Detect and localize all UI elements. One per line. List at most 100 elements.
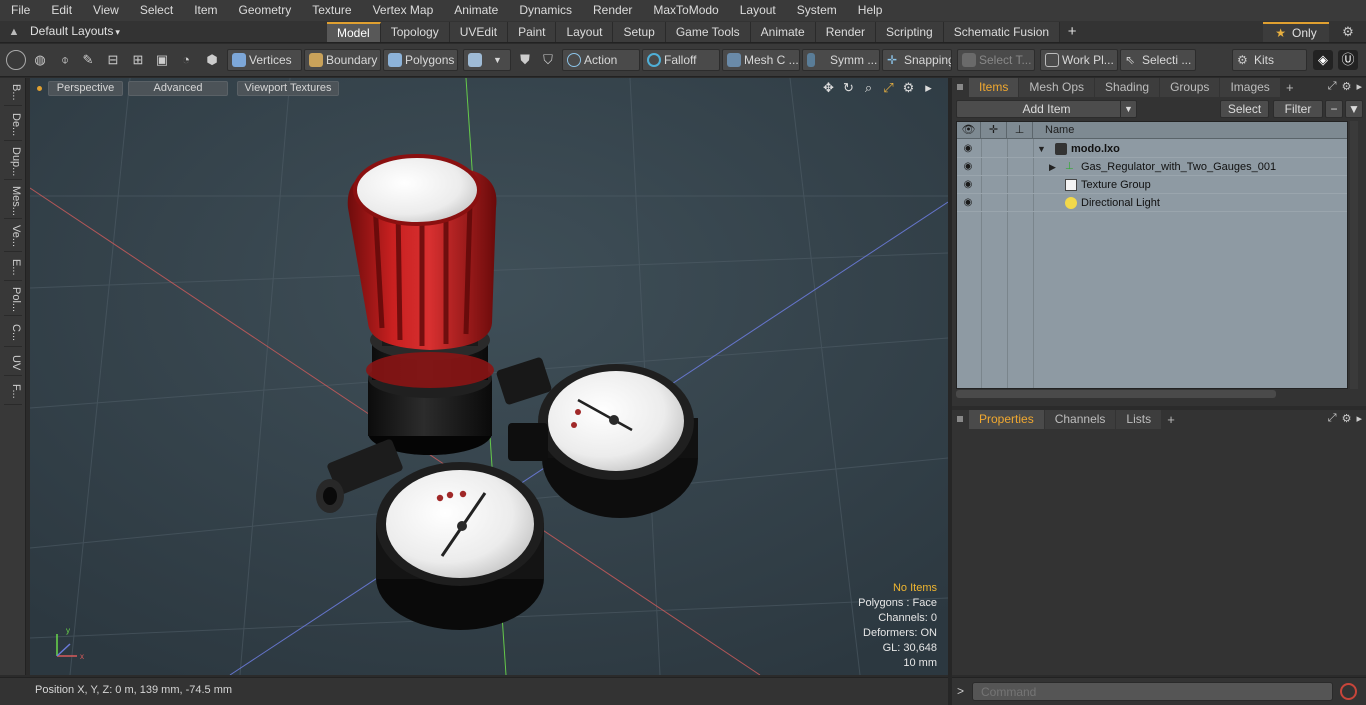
add-item-button[interactable]: Add Item ▼: [956, 100, 1137, 118]
menu-animate[interactable]: Animate: [443, 0, 508, 21]
tab-topology[interactable]: Topology: [380, 22, 450, 42]
sidebar-tab-deform[interactable]: De...: [4, 109, 22, 141]
brush-icon[interactable]: ✎: [78, 50, 98, 70]
select-button[interactable]: Select: [1220, 100, 1269, 118]
tree-row-texture-group[interactable]: ◉ Texture Group: [957, 176, 1347, 194]
tree-row-directional-light[interactable]: ◉ Directional Light: [957, 194, 1347, 212]
viewport-textures-button[interactable]: Viewport Textures: [237, 81, 339, 96]
visibility-eye-icon[interactable]: ◉: [961, 178, 975, 192]
panel-gear-icon[interactable]: ⚙: [1342, 80, 1352, 93]
tab-paint[interactable]: Paint: [508, 22, 557, 42]
visibility-eye-icon[interactable]: ◉: [961, 160, 975, 174]
name-column-header[interactable]: Name: [1033, 122, 1347, 139]
command-input[interactable]: [972, 682, 1333, 701]
filter-button[interactable]: Filter: [1273, 100, 1323, 118]
shield-icon[interactable]: ⛊: [515, 50, 535, 70]
frame-icon[interactable]: ▣: [152, 50, 172, 70]
boundary-button[interactable]: Boundary: [304, 49, 381, 71]
material-dropdown[interactable]: ▼: [463, 49, 511, 71]
pan-icon[interactable]: ✥: [821, 80, 836, 96]
tab-mesh-ops[interactable]: Mesh Ops: [1019, 78, 1095, 97]
symmetry-button[interactable]: Symm ...: [802, 49, 880, 71]
tab-game-tools[interactable]: Game Tools: [665, 22, 751, 42]
menu-edit[interactable]: Edit: [40, 0, 82, 21]
sidebar-tab-duplicate[interactable]: Dup...: [4, 144, 22, 180]
sidebar-tab-curve[interactable]: C...: [4, 319, 22, 347]
snapping-button[interactable]: ✛ Snapping: [882, 49, 952, 71]
unity-icon[interactable]: ◈: [1313, 50, 1333, 70]
menu-render[interactable]: Render: [582, 0, 642, 21]
polygons-button[interactable]: Polygons: [383, 49, 458, 71]
add-panel-tab-button[interactable]: +: [1162, 410, 1180, 430]
menu-dynamics[interactable]: Dynamics: [508, 0, 582, 21]
menu-layout[interactable]: Layout: [729, 0, 786, 21]
sidebar-tab-mesh-edit[interactable]: Mes...: [4, 183, 22, 219]
item-mode-icon[interactable]: ⬢: [202, 50, 222, 70]
tab-images[interactable]: Images: [1220, 78, 1280, 97]
perspective-button[interactable]: Perspective: [48, 81, 123, 96]
action-center-button[interactable]: Action: [562, 49, 640, 71]
tab-items[interactable]: Items: [969, 78, 1019, 97]
tab-render[interactable]: Render: [815, 22, 877, 42]
menu-file[interactable]: File: [0, 0, 40, 21]
sidebar-tab-uv[interactable]: UV: [4, 350, 22, 376]
tab-animate[interactable]: Animate: [750, 22, 816, 42]
collapse-icon[interactable]: −: [1325, 100, 1343, 118]
work-plane-button[interactable]: Work Pl...: [1040, 49, 1118, 71]
tab-groups[interactable]: Groups: [1160, 78, 1220, 97]
sidebar-tab-polygon[interactable]: Pol...: [4, 284, 22, 316]
tab-model[interactable]: Model: [327, 22, 381, 42]
menu-texture[interactable]: Texture: [301, 0, 361, 21]
menu-system[interactable]: System: [786, 0, 847, 21]
funnel-icon[interactable]: ▼: [1345, 100, 1363, 118]
selection-sets-button[interactable]: ⇖ Selecti ...: [1120, 49, 1196, 71]
tree-horizontal-scrollbar[interactable]: [956, 390, 1276, 398]
tab-schematic-fusion[interactable]: Schematic Fusion: [943, 22, 1061, 42]
record-stop-icon[interactable]: [1340, 683, 1357, 700]
3d-viewport[interactable]: y x Perspective Advanced Viewport Textur…: [30, 78, 948, 675]
panel-maximize-icon[interactable]: ⤢: [1328, 80, 1337, 93]
menu-vertex-map[interactable]: Vertex Map: [362, 0, 444, 21]
panel-maximize-icon[interactable]: ⤢: [1328, 412, 1337, 425]
rotate-icon[interactable]: ◔: [176, 50, 196, 70]
kits-button[interactable]: ⚙ Kits: [1232, 49, 1307, 71]
menu-item[interactable]: Item: [183, 0, 227, 21]
sidebar-tab-basic[interactable]: B...: [4, 80, 22, 106]
lock-column-icon[interactable]: ✛: [981, 122, 1007, 139]
add-panel-tab-button[interactable]: +: [1281, 78, 1299, 98]
advanced-shading-button[interactable]: Advanced: [128, 81, 228, 96]
layout-dropdown[interactable]: Default Layouts ▾: [30, 24, 120, 40]
globe-icon[interactable]: ◍: [30, 50, 50, 70]
visibility-eye-icon[interactable]: ◉: [961, 142, 975, 156]
tree-vertical-scrollbar[interactable]: [1350, 121, 1358, 389]
tab-layout[interactable]: Layout: [556, 22, 614, 42]
tab-shading[interactable]: Shading: [1095, 78, 1160, 97]
viewport-gear-icon[interactable]: ⚙: [901, 80, 916, 96]
menu-maxtomodo[interactable]: MaxToModo: [642, 0, 728, 21]
menu-view[interactable]: View: [82, 0, 129, 21]
type-column-icon[interactable]: ⊥: [1007, 122, 1033, 139]
zoom-icon[interactable]: ⌕: [861, 80, 876, 96]
select-circle-icon[interactable]: [6, 50, 26, 70]
tab-setup[interactable]: Setup: [613, 22, 666, 42]
lasso-icon[interactable]: ⌽: [55, 50, 75, 70]
align-icon[interactable]: ⊟: [103, 50, 123, 70]
center-icon[interactable]: ⊞: [128, 50, 148, 70]
viewport-menu-dot[interactable]: [37, 86, 42, 91]
falloff-button[interactable]: Falloff: [642, 49, 720, 71]
expand-arrow-icon[interactable]: ▶: [1049, 159, 1056, 175]
tree-row-mesh[interactable]: ◉ ▶ ⊥ Gas_Regulator_with_Two_Gauges_001: [957, 158, 1347, 176]
select-through-button[interactable]: Select T...: [957, 49, 1035, 71]
sidebar-tab-edge[interactable]: E...: [4, 255, 22, 281]
only-button[interactable]: ★ Only: [1263, 22, 1329, 42]
layout-home-icon[interactable]: ▲: [7, 25, 21, 39]
tab-lists[interactable]: Lists: [1116, 410, 1162, 429]
tab-channels[interactable]: Channels: [1044, 410, 1116, 429]
add-tab-button[interactable]: +: [1060, 22, 1084, 42]
menu-select[interactable]: Select: [129, 0, 183, 21]
gear-icon[interactable]: ⚙: [1338, 23, 1358, 41]
expand-arrow-icon[interactable]: ▼: [1037, 141, 1046, 157]
tree-row-scene[interactable]: ◉ ▼ modo.lxo: [957, 140, 1347, 158]
tab-properties[interactable]: Properties: [969, 410, 1044, 429]
panel-expand-icon[interactable]: ▸: [1356, 80, 1362, 93]
